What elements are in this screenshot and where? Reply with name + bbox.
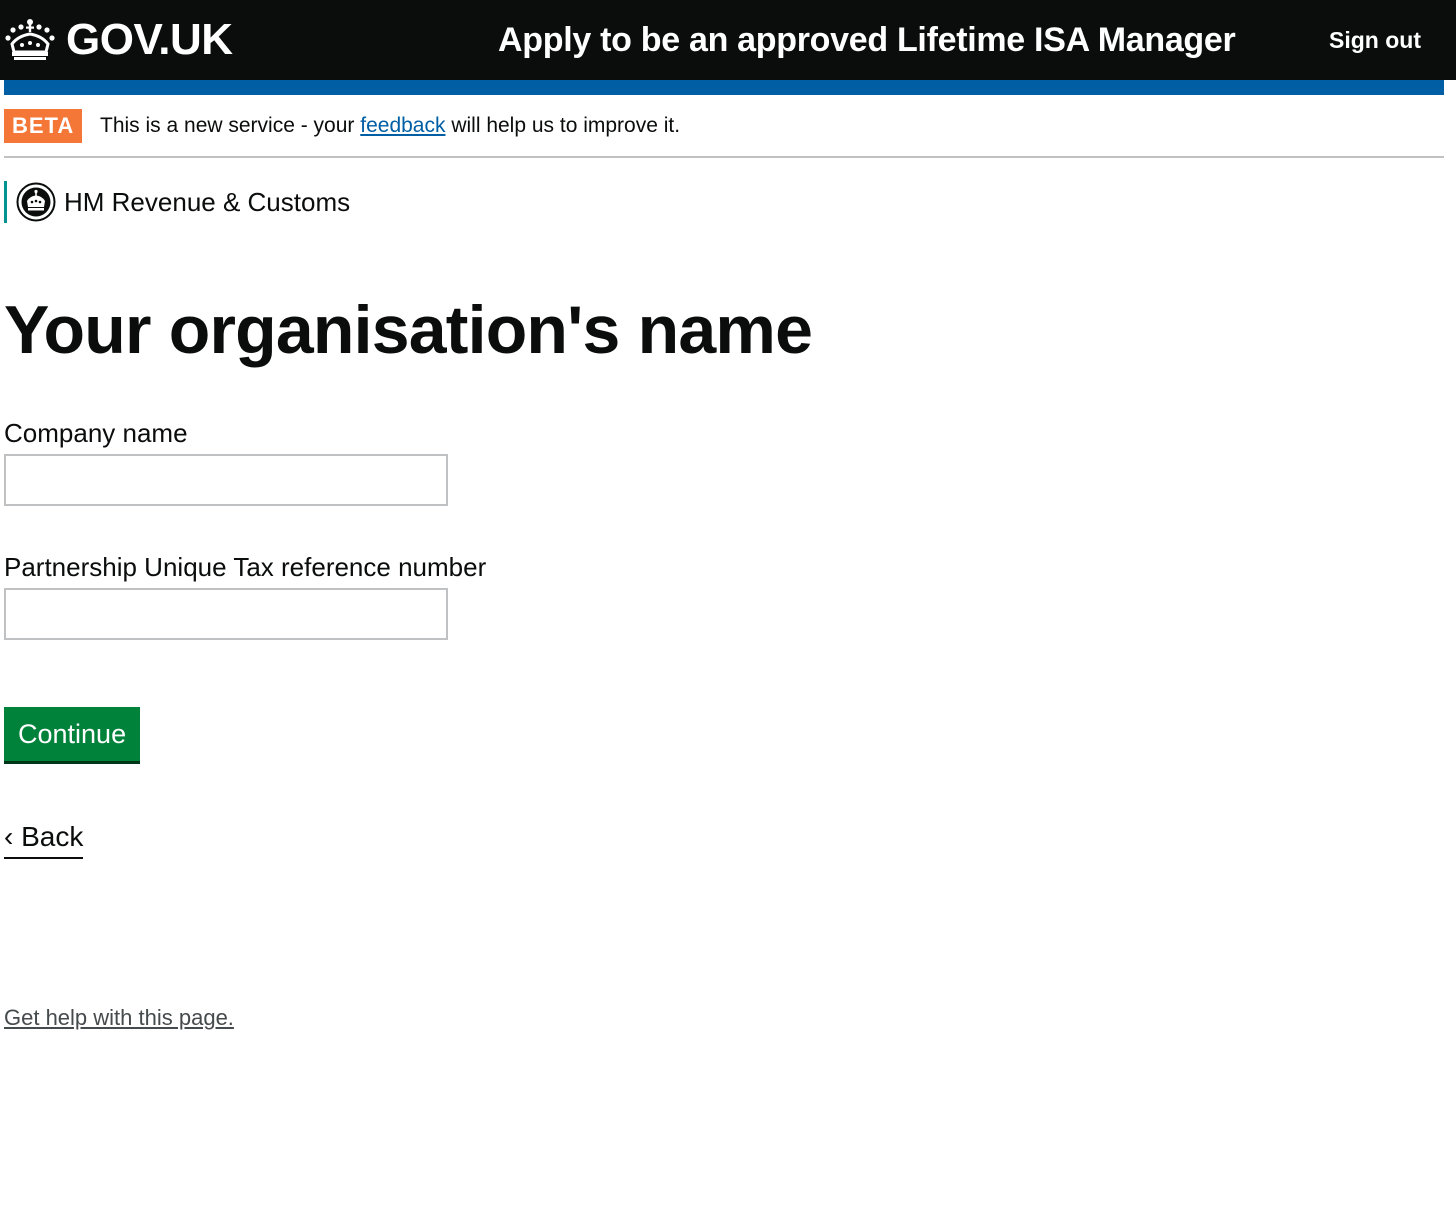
back-link[interactable]: ‹ Back <box>4 819 84 859</box>
continue-button[interactable]: Continue <box>4 707 141 761</box>
page-title: Your organisation's name <box>4 292 813 368</box>
company-name-label: Company name <box>4 418 188 448</box>
organisation-name: HM Revenue & Customs <box>64 187 351 217</box>
sign-out-link[interactable]: Sign out <box>1329 24 1421 56</box>
service-name[interactable]: Apply to be an approved Lifetime ISA Man… <box>498 18 1236 62</box>
utr-input[interactable] <box>4 588 448 640</box>
header-blue-bar <box>4 80 1444 95</box>
company-name-input[interactable] <box>4 454 448 506</box>
crest-icon <box>16 182 56 222</box>
govuk-logo-link[interactable]: GOV.UK <box>4 14 233 66</box>
phase-text-after: will help us to improve it. <box>445 114 681 137</box>
beta-tag: BETA <box>4 109 83 143</box>
feedback-link[interactable]: feedback <box>360 114 445 137</box>
organisation-logo: HM Revenue & Customs <box>4 181 350 223</box>
crown-icon <box>5 19 55 60</box>
phase-text-before: This is a new service - your <box>100 114 361 137</box>
phase-banner: BETA This is a new service - your feedba… <box>4 108 1444 158</box>
utr-label: Partnership Unique Tax reference number <box>4 552 487 582</box>
phase-banner-text: This is a new service - your feedback wi… <box>100 111 680 141</box>
get-help-link[interactable]: Get help with this page. <box>4 1003 234 1033</box>
govuk-logo-text: GOV.UK <box>66 15 233 64</box>
global-header: GOV.UK Apply to be an approved Lifetime … <box>0 0 1456 80</box>
